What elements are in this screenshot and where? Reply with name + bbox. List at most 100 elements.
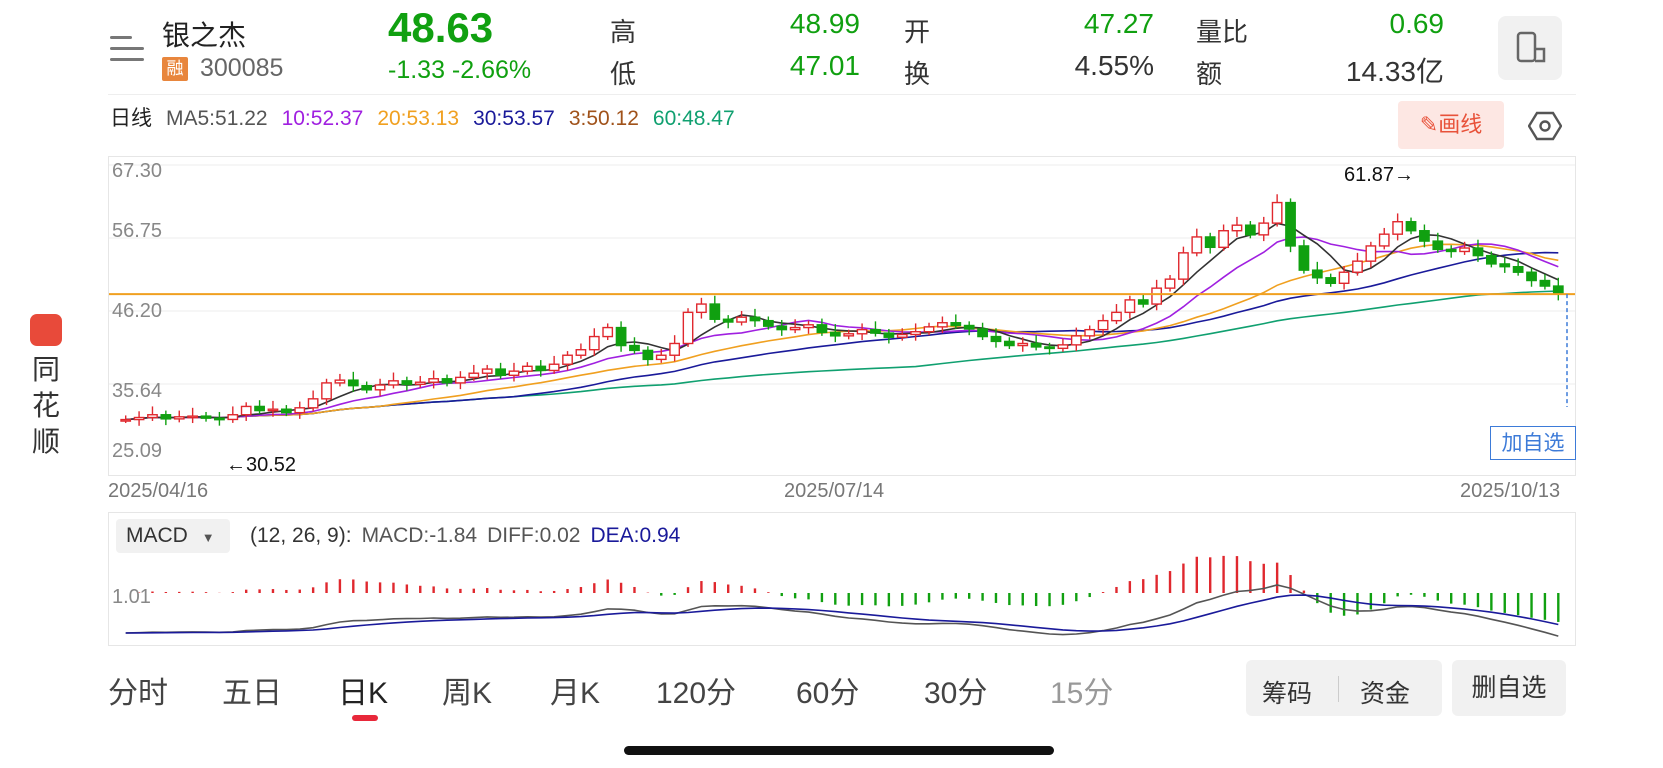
tab-daily-k[interactable]: 日K	[338, 668, 388, 712]
candle-body	[1485, 254, 1497, 265]
tab-intraday[interactable]: 分时	[108, 668, 168, 712]
candle-body	[254, 405, 265, 412]
period-label: 日线	[110, 107, 152, 130]
app-brand-label[interactable]: 同花顺	[30, 352, 62, 460]
candle-body	[548, 363, 560, 372]
tab-monthly-k[interactable]: 月K	[550, 668, 600, 712]
candle-body	[682, 311, 694, 345]
candle-body	[789, 326, 801, 331]
candle-body	[990, 335, 1002, 343]
date-middle: 2025/07/14	[784, 480, 885, 502]
candle-body	[200, 415, 212, 419]
candle-body	[1526, 271, 1537, 282]
kline-svg	[109, 164, 1575, 426]
indicator-select[interactable]: MACD ▼	[116, 519, 230, 553]
ma60-line	[125, 290, 1559, 421]
settings-icon[interactable]	[1527, 110, 1563, 142]
candle-body	[1298, 245, 1310, 271]
ma3-value: 3:50.12	[568, 107, 639, 130]
candle-body	[669, 342, 681, 356]
tab-60min[interactable]: 60分	[796, 668, 859, 712]
candle-body	[1285, 201, 1296, 247]
candle-body	[495, 368, 506, 377]
candle-body	[896, 333, 908, 338]
candle-body	[1178, 252, 1189, 280]
app-logo-icon[interactable]	[30, 314, 62, 346]
y-tick-5: 25.09	[112, 440, 163, 462]
candle-body	[736, 316, 747, 323]
home-indicator	[624, 746, 1054, 755]
candle-body	[160, 414, 172, 420]
candle-body	[1191, 236, 1203, 254]
candle-body	[535, 365, 547, 372]
candle-body	[749, 316, 761, 322]
low-value: 47.01	[789, 50, 860, 81]
funds-button[interactable]: 资金	[1360, 674, 1410, 710]
candle-body	[588, 335, 600, 351]
candle-body	[1231, 224, 1243, 232]
open-label: 开	[904, 17, 931, 47]
candle-body	[374, 384, 386, 391]
candle-body	[1432, 240, 1444, 251]
add-favorite-button[interactable]: 加自选	[1490, 426, 1576, 460]
rotate-screen-button[interactable]	[1498, 16, 1562, 80]
macd-axis-label: 1.01	[112, 586, 151, 608]
kline-chart[interactable]	[108, 156, 1576, 476]
macd-value: MACD:-1.84	[361, 524, 478, 547]
macd-params: (12, 26, 9):	[250, 524, 352, 547]
candle-body	[816, 324, 828, 334]
candle-body	[950, 322, 962, 327]
candle-body	[655, 354, 667, 361]
candle-body	[187, 415, 199, 419]
candle-body	[481, 368, 493, 374]
tab-15min[interactable]: 15分	[1050, 668, 1113, 712]
candle-body	[1365, 245, 1377, 262]
date-end: 2025/10/13	[1460, 480, 1561, 502]
candle-body	[307, 398, 319, 409]
candle-body	[1472, 247, 1484, 257]
candle-body	[361, 384, 373, 391]
ma5-line	[125, 222, 1559, 421]
candle-body	[1539, 279, 1551, 287]
draw-line-button[interactable]: ✎画线	[1398, 101, 1504, 149]
candle-body	[615, 326, 627, 347]
ma60-value: 60:48.47	[652, 107, 735, 130]
tab-120min[interactable]: 120分	[656, 668, 736, 712]
candle-body	[575, 349, 587, 356]
margin-badge: 融	[162, 57, 188, 81]
header-divider	[108, 94, 1576, 95]
open-value: 47.27	[1083, 8, 1154, 39]
candle-body	[1419, 230, 1430, 242]
candle-body	[602, 326, 614, 338]
ma10-value: 10:52.37	[281, 107, 364, 130]
ma30-value: 30:53.57	[473, 107, 555, 130]
candle-body	[1084, 328, 1096, 337]
candle-body	[1512, 265, 1524, 273]
chips-button[interactable]: 筹码	[1262, 674, 1312, 710]
candle-body	[428, 378, 440, 383]
candle-body	[843, 333, 855, 337]
candle-body	[883, 332, 895, 338]
candle-body	[803, 324, 814, 329]
candle-body	[1057, 344, 1069, 350]
candle-body	[1392, 221, 1404, 235]
ma10-line	[125, 236, 1559, 421]
candle-body	[1244, 224, 1256, 236]
candle-body	[214, 417, 225, 421]
candle-body	[642, 349, 654, 361]
candle-body	[856, 328, 868, 335]
volume-ratio-label: 量比	[1196, 17, 1249, 47]
tab-30min[interactable]: 30分	[924, 668, 987, 712]
candle-body	[977, 328, 988, 338]
candle-body	[562, 354, 573, 365]
ma20-value: 20:53.13	[377, 107, 460, 130]
remove-favorite-button[interactable]: 删自选	[1452, 660, 1566, 716]
candle-body	[120, 418, 132, 422]
menu-icon[interactable]	[110, 34, 144, 64]
price-change: -1.33 -2.66%	[388, 56, 532, 84]
candle-body	[937, 322, 948, 328]
tab-weekly-k[interactable]: 周K	[442, 668, 492, 712]
stock-code: 300085	[200, 54, 284, 82]
candle-body	[776, 325, 788, 331]
tab-five-day[interactable]: 五日	[222, 668, 282, 712]
